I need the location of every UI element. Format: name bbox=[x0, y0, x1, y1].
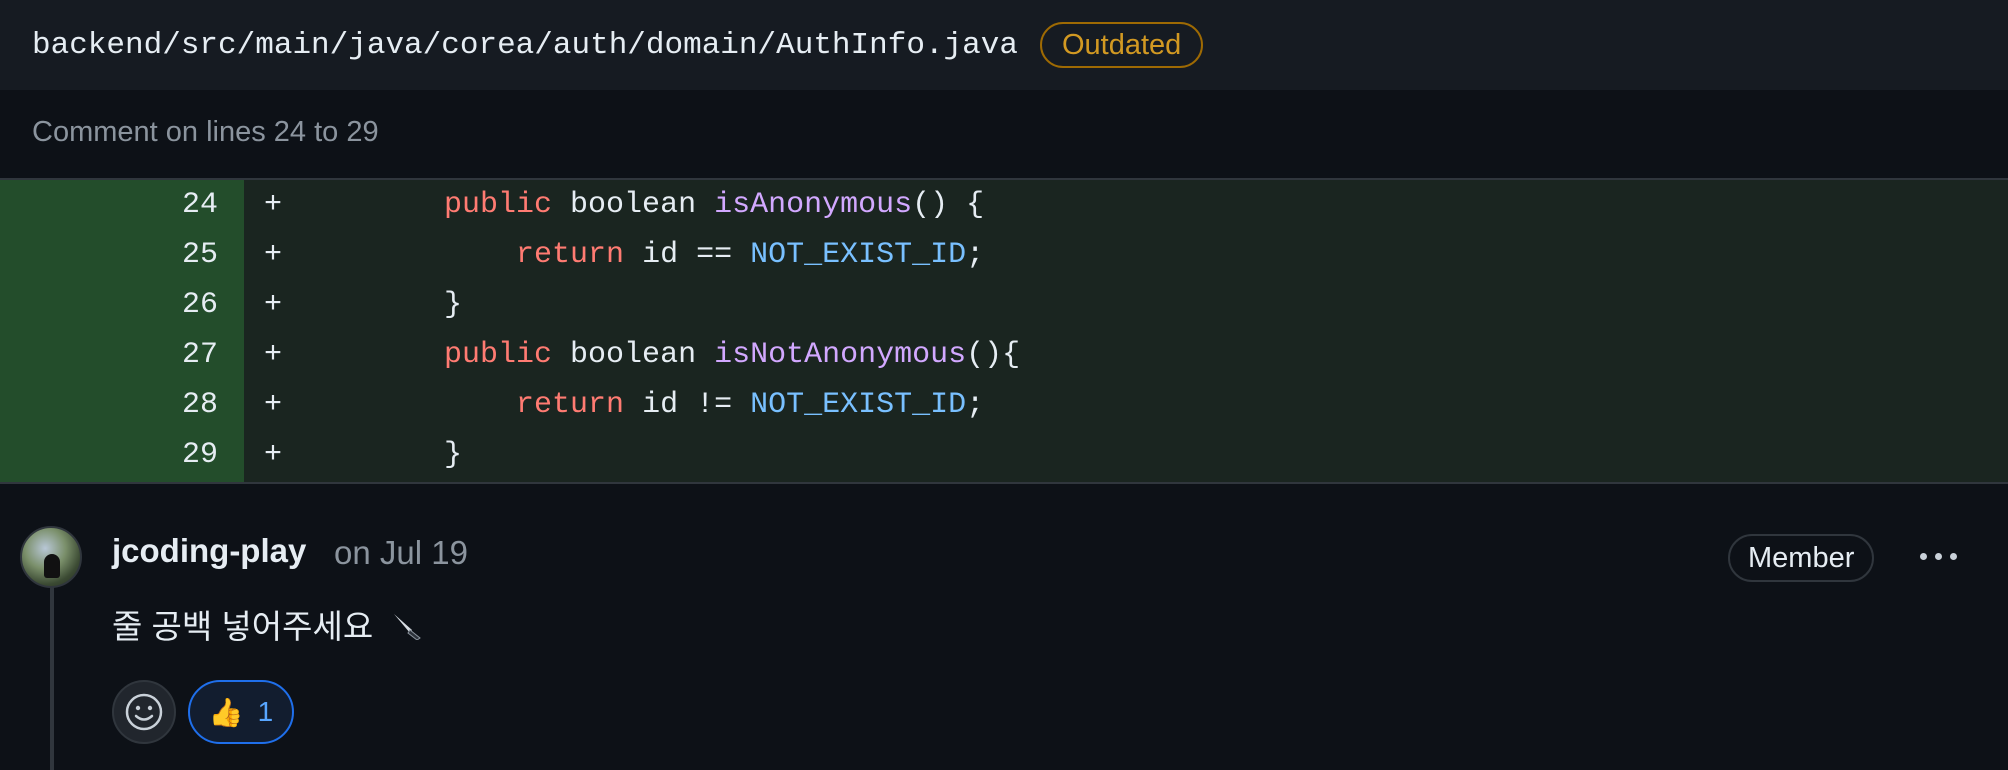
code-token: isAnonymous bbox=[714, 188, 913, 222]
code-token: id != bbox=[624, 388, 751, 422]
diff-sign: + bbox=[264, 388, 283, 422]
avatar[interactable] bbox=[20, 526, 82, 588]
comment-author[interactable]: jcoding-play bbox=[112, 532, 306, 570]
line-number[interactable]: 29 bbox=[0, 438, 218, 472]
code-token: NOT_EXIST_ID bbox=[750, 238, 967, 272]
file-path-link[interactable]: backend/src/main/java/corea/auth/domain/… bbox=[32, 28, 1018, 63]
code-token: boolean bbox=[552, 188, 715, 222]
thumbs-up-icon: 👍 bbox=[208, 696, 244, 728]
thread-line bbox=[50, 582, 54, 770]
code-content: return id != NOT_EXIST_ID; bbox=[372, 388, 984, 422]
code-token: (){ bbox=[966, 338, 1021, 372]
diff-table: 24 + public boolean isAnonymous() { 25 + re… bbox=[0, 178, 2008, 484]
code-token: } bbox=[372, 288, 463, 322]
diff-line: 25 + return id == NOT_EXIST_ID; bbox=[0, 230, 2008, 280]
code-token: } bbox=[372, 438, 463, 472]
line-number[interactable]: 27 bbox=[0, 338, 218, 372]
code-token: ; bbox=[966, 238, 985, 272]
code-content: } bbox=[372, 438, 462, 472]
file-header: backend/src/main/java/corea/auth/domain/… bbox=[0, 0, 2008, 90]
diff-sign: + bbox=[264, 438, 283, 472]
code-token: isNotAnonymous bbox=[714, 338, 967, 372]
code-token: return bbox=[516, 238, 625, 272]
code-token: NOT_EXIST_ID bbox=[750, 388, 967, 422]
code-content: public boolean isAnonymous() { bbox=[372, 188, 984, 222]
comment-date[interactable]: on Jul 19 bbox=[334, 534, 468, 572]
diff-line: 26 + } bbox=[0, 280, 2008, 330]
add-reaction-button[interactable] bbox=[112, 680, 176, 744]
smiley-icon bbox=[125, 693, 163, 731]
code-content: } bbox=[372, 288, 462, 322]
reaction-thumbs-up[interactable]: 👍 1 bbox=[188, 680, 294, 744]
code-content: return id == NOT_EXIST_ID; bbox=[372, 238, 984, 272]
diff-sign: + bbox=[264, 238, 283, 272]
diff-line: 27 + public boolean isNotAnonymous(){ bbox=[0, 330, 2008, 380]
diff-sign: + bbox=[264, 288, 283, 322]
avatar-figure bbox=[44, 554, 60, 578]
member-badge: Member bbox=[1728, 534, 1875, 582]
diff-line: 24 + public boolean isAnonymous() { bbox=[0, 180, 2008, 230]
outdated-badge: Outdated bbox=[1039, 22, 1204, 68]
code-content: public boolean isNotAnonymous(){ bbox=[372, 338, 1020, 372]
more-options-icon[interactable] bbox=[1912, 538, 1964, 574]
code-token: boolean bbox=[552, 338, 715, 372]
diff-line: 28 + return id != NOT_EXIST_ID; bbox=[0, 380, 2008, 430]
code-token: public bbox=[444, 338, 553, 372]
comment-body-text: 줄 공백 넣어주세요 bbox=[112, 608, 374, 645]
code-token: () { bbox=[912, 188, 985, 222]
knife-icon bbox=[390, 610, 424, 648]
reaction-count: 1 bbox=[257, 696, 274, 727]
line-number[interactable]: 25 bbox=[0, 238, 218, 272]
diff-sign: + bbox=[264, 188, 283, 222]
code-token: ; bbox=[966, 388, 985, 422]
comment-range-label: Comment on lines 24 to 29 bbox=[32, 116, 379, 148]
diff-sign: + bbox=[264, 338, 283, 372]
line-number[interactable]: 26 bbox=[0, 288, 218, 322]
code-token: return bbox=[516, 388, 625, 422]
line-number[interactable]: 28 bbox=[0, 388, 218, 422]
line-number[interactable]: 24 bbox=[0, 188, 218, 222]
code-token: public bbox=[444, 188, 553, 222]
comment-body: 줄 공백 넣어주세요 bbox=[112, 600, 424, 648]
code-token: id == bbox=[624, 238, 751, 272]
diff-line: 29 + } bbox=[0, 430, 2008, 480]
